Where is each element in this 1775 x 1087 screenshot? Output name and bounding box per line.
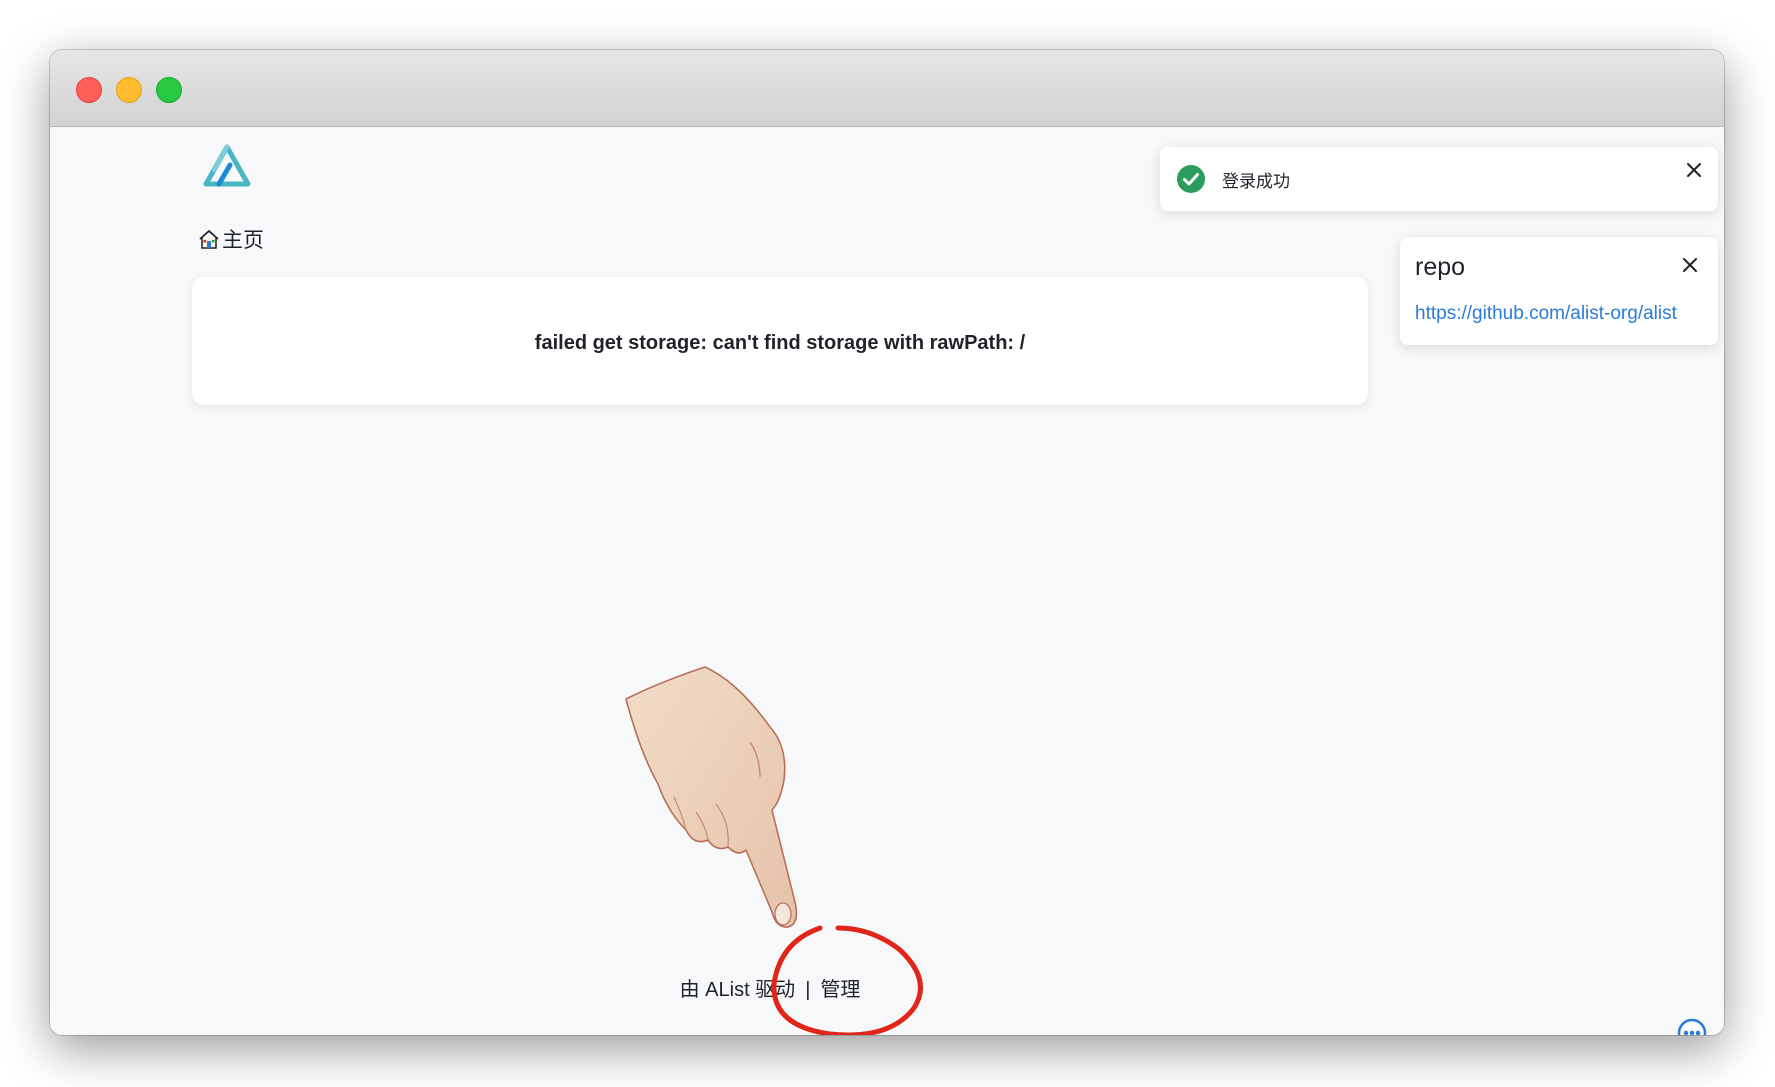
home-icon [199, 230, 219, 249]
window-maximize-button[interactable] [156, 77, 182, 103]
window-close-button[interactable] [76, 77, 102, 103]
page-content: 主页 failed get storage: can't find storag… [50, 127, 1724, 1035]
alist-logo[interactable] [200, 141, 254, 189]
manage-link[interactable]: 管理 [820, 979, 860, 1001]
pointing-hand-illustration [625, 666, 798, 928]
footer: 由 AList 驱动 | 管理 [50, 973, 1490, 1002]
repo-title: repo [1415, 253, 1466, 281]
browser-window: 主页 failed get storage: can't find storag… [50, 50, 1724, 1035]
powered-by-text: 由 AList 驱动 [679, 979, 796, 1001]
footer-separator: | [805, 979, 811, 1001]
toast-message: 登录成功 [1222, 172, 1290, 191]
window-titlebar [50, 50, 1724, 127]
repo-close-icon[interactable] [1681, 256, 1699, 274]
login-success-toast: 登录成功 [1160, 147, 1718, 211]
window-minimize-button[interactable] [116, 77, 142, 103]
breadcrumb: 主页 [198, 224, 264, 254]
toast-close-icon[interactable] [1685, 161, 1703, 179]
repo-link[interactable]: https://github.com/alist-org/alist [1415, 303, 1677, 325]
error-card: failed get storage: can't find storage w… [192, 277, 1368, 405]
repo-notification: repo https://github.com/alist-org/alist [1400, 237, 1718, 345]
breadcrumb-home-link[interactable]: 主页 [222, 224, 264, 254]
more-menu-icon[interactable] [1677, 1018, 1707, 1035]
check-circle-icon [1177, 165, 1205, 193]
error-message: failed get storage: can't find storage w… [534, 331, 1026, 354]
